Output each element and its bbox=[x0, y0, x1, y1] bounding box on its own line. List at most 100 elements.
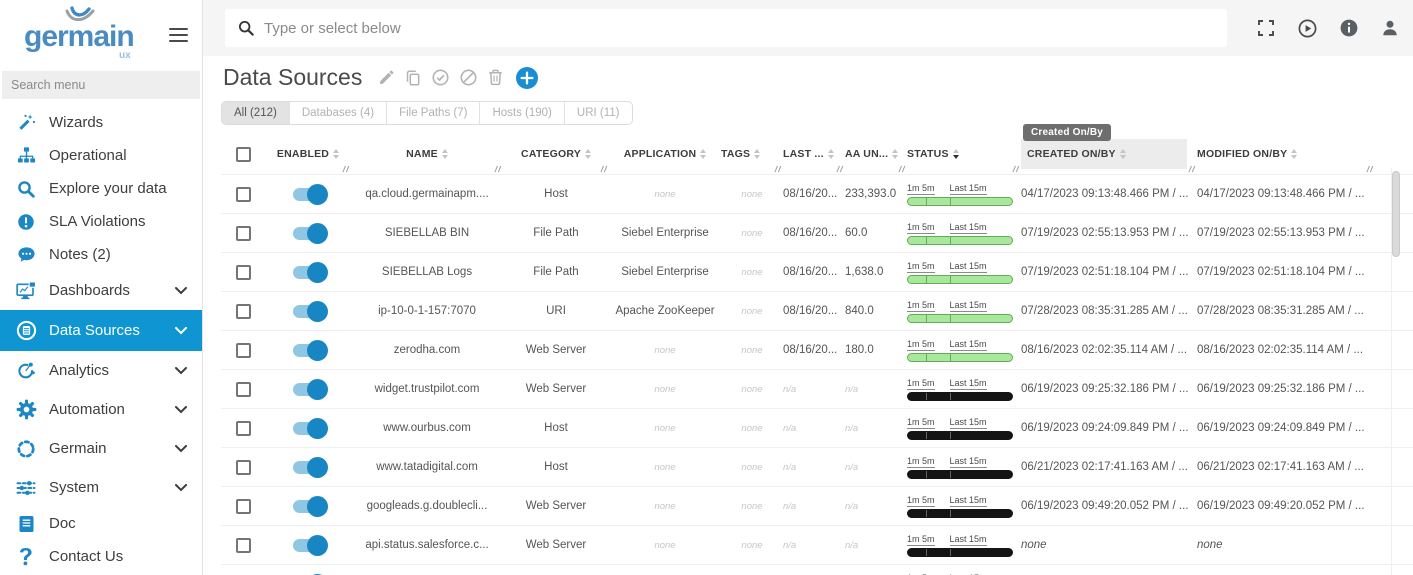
table-row[interactable]: ip-10-0-1-157:7070 URI Apache ZooKeeper … bbox=[221, 291, 1413, 330]
status-widget[interactable]: 1m 5m Last 15m bbox=[907, 300, 1013, 323]
col-header-last[interactable]: LAST ... bbox=[783, 134, 845, 174]
table-row[interactable]: zerodha.com Web Server none none 08/16/2… bbox=[221, 330, 1413, 369]
sidebar-item-data-sources[interactable]: Data Sources bbox=[0, 310, 202, 351]
sidebar-item-sla-violations[interactable]: SLA Violations bbox=[0, 205, 202, 238]
row-checkbox[interactable] bbox=[236, 226, 251, 241]
sidebar-item-contact-us[interactable]: Contact Us bbox=[0, 540, 202, 573]
row-checkbox[interactable] bbox=[236, 499, 251, 514]
sort-icon[interactable] bbox=[585, 149, 591, 159]
germain-logo[interactable]: germain ux bbox=[24, 6, 134, 61]
sidebar-item-doc[interactable]: Doc bbox=[0, 507, 202, 540]
enabled-toggle[interactable] bbox=[293, 266, 324, 279]
row-checkbox[interactable] bbox=[236, 460, 251, 475]
sidebar-item-germain[interactable]: Germain bbox=[0, 429, 202, 468]
enabled-toggle[interactable] bbox=[293, 500, 324, 513]
row-checkbox[interactable] bbox=[236, 421, 251, 436]
sidebar-item-analytics[interactable]: Analytics bbox=[0, 351, 202, 390]
sort-icon[interactable] bbox=[1120, 149, 1126, 159]
data-source-name[interactable]: SIEBELLAB BIN bbox=[385, 227, 469, 239]
table-row[interactable]: www.tatadigital.com Host none none n/a n… bbox=[221, 447, 1413, 486]
add-button[interactable] bbox=[515, 66, 539, 90]
status-widget[interactable]: 1m 5m Last 15m bbox=[907, 261, 1013, 284]
status-widget[interactable]: 1m 5m Last 15m bbox=[907, 495, 1013, 518]
column-resize-handle[interactable] bbox=[836, 164, 845, 174]
row-checkbox[interactable] bbox=[236, 343, 251, 358]
data-source-name[interactable]: qa.cloud.germainapm.... bbox=[365, 188, 488, 200]
col-header-status[interactable]: STATUS bbox=[907, 134, 1021, 174]
col-header-name[interactable]: NAME bbox=[351, 134, 503, 174]
column-resize-handle[interactable] bbox=[600, 164, 609, 174]
table-row[interactable]: SIEBELLAB Logs File Path Siebel Enterpri… bbox=[221, 252, 1413, 291]
sidebar-item-notes[interactable]: Notes (2) bbox=[0, 238, 202, 271]
status-widget[interactable]: 1m 5m Last 15m bbox=[907, 183, 1013, 206]
edit-icon[interactable] bbox=[378, 70, 394, 86]
data-source-name[interactable]: SIEBELLAB Logs bbox=[382, 266, 472, 278]
status-widget[interactable]: 1m 5m Last 15m bbox=[907, 222, 1013, 245]
sidebar-item-automation[interactable]: Automation bbox=[0, 390, 202, 429]
enabled-toggle[interactable] bbox=[293, 422, 324, 435]
info-icon[interactable] bbox=[1340, 19, 1358, 37]
approve-icon[interactable] bbox=[432, 69, 449, 86]
enabled-toggle[interactable] bbox=[293, 461, 324, 474]
status-widget[interactable]: 1m 5m Last 15m bbox=[907, 534, 1013, 557]
user-icon[interactable] bbox=[1381, 19, 1399, 37]
col-header-aa-un[interactable]: AA UN... bbox=[845, 134, 907, 174]
disable-icon[interactable] bbox=[460, 69, 477, 86]
table-row[interactable]: api.status.salesforce.c... Web Server no… bbox=[221, 525, 1413, 564]
data-source-name[interactable]: api.status.salesforce.c... bbox=[365, 539, 488, 551]
enabled-toggle[interactable] bbox=[293, 188, 324, 201]
enabled-toggle[interactable] bbox=[293, 383, 324, 396]
enabled-toggle[interactable] bbox=[293, 539, 324, 552]
col-header-modified-on-by[interactable]: MODIFIED ON/BY bbox=[1197, 134, 1375, 174]
enabled-toggle[interactable] bbox=[293, 305, 324, 318]
sidebar-item-wizards[interactable]: Wizards bbox=[0, 106, 202, 139]
tab-hosts[interactable]: Hosts (190) bbox=[480, 102, 564, 124]
fullscreen-icon[interactable] bbox=[1257, 19, 1275, 37]
row-checkbox[interactable] bbox=[236, 538, 251, 553]
enabled-toggle[interactable] bbox=[293, 227, 324, 240]
vertical-scrollbar[interactable] bbox=[1391, 168, 1400, 575]
tab-uri[interactable]: URI (11) bbox=[565, 102, 632, 124]
col-header-application[interactable]: APPLICATION bbox=[609, 134, 721, 174]
scrollbar-thumb[interactable] bbox=[1392, 171, 1400, 257]
column-resize-handle[interactable] bbox=[342, 164, 351, 174]
select-all-checkbox[interactable] bbox=[236, 147, 251, 162]
data-source-name[interactable]: zerodha.com bbox=[394, 344, 460, 356]
column-resize-handle[interactable] bbox=[1188, 164, 1197, 174]
sidebar-item-operational[interactable]: Operational bbox=[0, 139, 202, 172]
status-widget[interactable]: 1m 5m Last 15m bbox=[907, 456, 1013, 479]
sidebar-item-system[interactable]: System bbox=[0, 468, 202, 507]
sort-icon[interactable] bbox=[953, 149, 959, 159]
global-search-input[interactable] bbox=[264, 20, 1214, 37]
tab-file-paths[interactable]: File Paths (7) bbox=[387, 102, 480, 124]
table-row[interactable]: googleads.g.doublecli... Web Server none… bbox=[221, 486, 1413, 525]
col-header-created-on-by[interactable]: CREATED ON/BY Created On/By bbox=[1021, 134, 1197, 174]
sidebar-search-input[interactable] bbox=[11, 78, 191, 92]
data-source-name[interactable]: www.tatadigital.com bbox=[376, 461, 478, 473]
column-resize-handle[interactable] bbox=[774, 164, 783, 174]
delete-icon[interactable] bbox=[488, 69, 503, 86]
sidebar-search[interactable] bbox=[2, 71, 200, 99]
sidebar-item-dashboards[interactable]: Dashboards bbox=[0, 271, 202, 310]
tab-databases[interactable]: Databases (4) bbox=[290, 102, 387, 124]
column-resize-handle[interactable] bbox=[1012, 164, 1021, 174]
column-resize-handle[interactable] bbox=[494, 164, 503, 174]
tab-all[interactable]: All (212) bbox=[222, 102, 290, 124]
row-checkbox[interactable] bbox=[236, 304, 251, 319]
sort-icon[interactable] bbox=[700, 149, 706, 159]
table-row[interactable]: qa.cloud.germainapm.... Host none none 0… bbox=[221, 174, 1413, 213]
table-row[interactable]: ...lightni... Web Server none none 08/15… bbox=[221, 564, 1413, 575]
data-source-name[interactable]: www.ourbus.com bbox=[383, 422, 471, 434]
status-widget[interactable]: 1m 5m Last 15m bbox=[907, 417, 1013, 440]
hovered-column-header[interactable]: CREATED ON/BY Created On/By bbox=[1021, 139, 1187, 169]
hamburger-menu-icon[interactable] bbox=[169, 24, 188, 46]
sort-icon[interactable] bbox=[892, 149, 898, 159]
status-widget[interactable]: 1m 5m Last 15m bbox=[907, 339, 1013, 362]
copy-icon[interactable] bbox=[405, 70, 421, 86]
data-source-name[interactable]: ip-10-0-1-157:7070 bbox=[378, 305, 476, 317]
sort-icon[interactable] bbox=[754, 149, 760, 159]
column-resize-handle[interactable] bbox=[898, 164, 907, 174]
data-source-name[interactable]: googleads.g.doublecli... bbox=[367, 500, 488, 512]
sidebar-item-explore-your-data[interactable]: Explore your data bbox=[0, 172, 202, 205]
play-circle-icon[interactable] bbox=[1298, 19, 1317, 38]
